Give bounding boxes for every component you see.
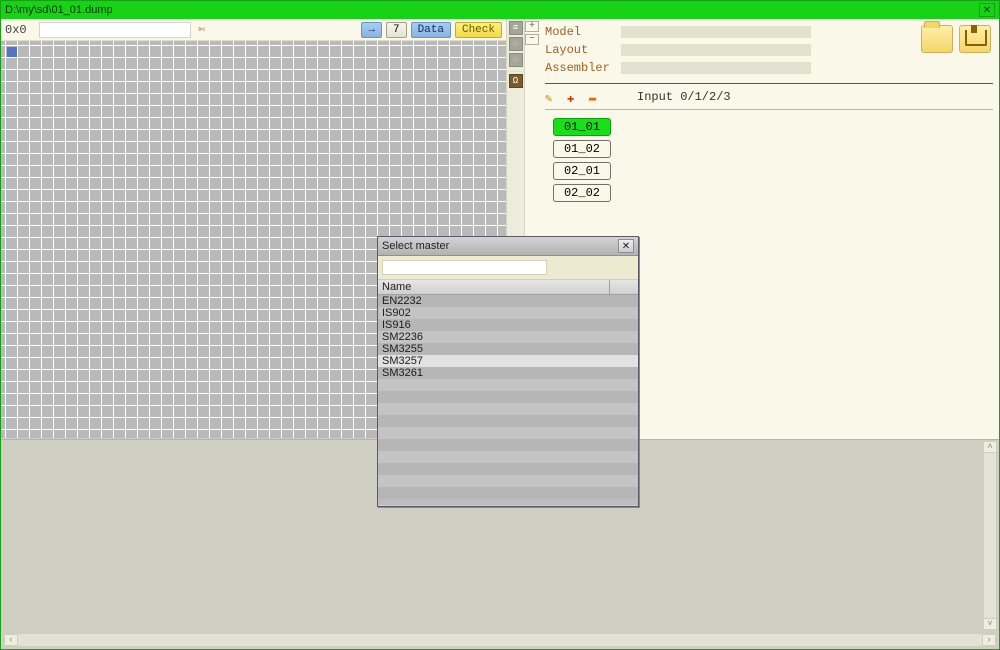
width-button[interactable]: 7	[386, 22, 407, 38]
assembler-label: Assembler	[545, 61, 615, 75]
dialog-search-row	[378, 256, 638, 280]
window-title: D:\my\sd\01_01.dump	[5, 4, 113, 16]
dialog-header-row: Name	[378, 280, 638, 295]
dialog-row[interactable]: IS902	[378, 307, 638, 319]
cut-icon[interactable]: ✄	[195, 23, 209, 37]
dialog-row	[378, 475, 638, 487]
dialog-row[interactable]: SM3255	[378, 343, 638, 355]
chip-02-02[interactable]: 02_02	[553, 184, 611, 202]
layout-label: Layout	[545, 43, 615, 57]
scroll-down-icon[interactable]: ˅	[983, 618, 997, 630]
layout-value[interactable]	[621, 44, 811, 56]
dialog-row	[378, 379, 638, 391]
hex-toolbar: 0x0 ✄ → 7 Data Check	[1, 19, 506, 41]
dialog-titlebar: Select master ✕	[378, 237, 638, 256]
grid-cursor-cell	[7, 47, 17, 57]
dialog-row	[378, 439, 638, 451]
gutter-btn-2[interactable]: ◌	[509, 37, 523, 51]
vertical-scrollbar[interactable]: ˄ ˅	[983, 440, 997, 631]
horizontal-scrollbar[interactable]: ‹ ›	[3, 633, 997, 647]
model-label: Model	[545, 25, 615, 39]
input-toolbar: ✎ ✚ ▬ Input 0/1/2/3	[545, 88, 993, 106]
add-icon[interactable]: ✚	[567, 91, 579, 103]
dialog-row	[378, 415, 638, 427]
chip-01-02[interactable]: 01_02	[553, 140, 611, 158]
scroll-left-icon[interactable]: ‹	[4, 634, 18, 646]
dialog-row	[378, 427, 638, 439]
gutter-btn-1[interactable]: ≡	[509, 21, 523, 35]
select-master-dialog: Select master ✕ Name EN2232IS902IS916SM2…	[377, 236, 639, 507]
input-mode-label: Input 0/1/2/3	[637, 90, 731, 104]
dialog-row	[378, 391, 638, 403]
dialog-row	[378, 451, 638, 463]
open-folder-icon[interactable]	[921, 25, 953, 53]
model-value[interactable]	[621, 26, 811, 38]
window-close-button[interactable]: ✕	[979, 3, 995, 17]
dialog-col-extra[interactable]	[610, 280, 638, 294]
dialog-row[interactable]: EN2232	[378, 295, 638, 307]
pencil-icon[interactable]: ✎	[545, 91, 557, 103]
dialog-row[interactable]: SM3261	[378, 367, 638, 379]
address-input[interactable]	[39, 22, 191, 38]
gutter-btn-3[interactable]: ◌	[509, 53, 523, 67]
chip-02-01[interactable]: 02_01	[553, 162, 611, 180]
check-button[interactable]: Check	[455, 22, 502, 38]
dialog-row[interactable]: SM2236	[378, 331, 638, 343]
gutter-expand-button[interactable]: +	[525, 21, 539, 32]
address-prefix-label: 0x0	[5, 23, 35, 37]
gutter-collapse-button[interactable]: −	[525, 34, 539, 45]
assembler-value[interactable]	[621, 62, 811, 74]
scroll-up-icon[interactable]: ˄	[983, 441, 997, 453]
dialog-search-input[interactable]	[382, 260, 547, 275]
dialog-row	[378, 403, 638, 415]
dialog-col-name[interactable]: Name	[378, 280, 610, 294]
chip-01-01[interactable]: 01_01	[553, 118, 611, 136]
dialog-row[interactable]: IS916	[378, 319, 638, 331]
dialog-row	[378, 487, 638, 499]
save-icon[interactable]	[959, 25, 991, 53]
goto-button[interactable]: →	[361, 22, 382, 38]
titlebar: D:\my\sd\01_01.dump ✕	[1, 1, 999, 19]
dump-chip-list: 01_01 01_02 02_01 02_02	[545, 118, 993, 202]
gutter-btn-4[interactable]: Ω	[509, 74, 523, 88]
data-button[interactable]: Data	[411, 22, 451, 38]
dialog-close-button[interactable]: ✕	[618, 239, 634, 253]
dialog-row[interactable]: SM3257	[378, 355, 638, 367]
remove-icon[interactable]: ▬	[589, 91, 601, 103]
scroll-right-icon[interactable]: ›	[982, 634, 996, 646]
dialog-row	[378, 463, 638, 475]
dialog-title: Select master	[382, 240, 449, 252]
